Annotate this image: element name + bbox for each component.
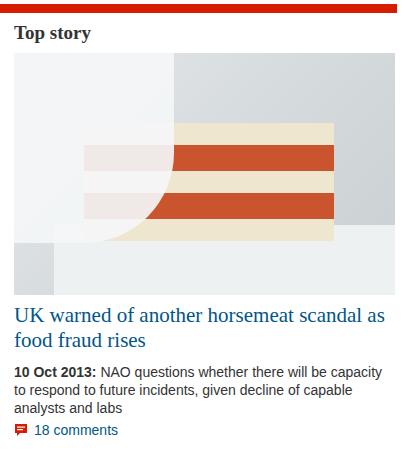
comment-icon — [14, 423, 28, 437]
comments-link[interactable]: 18 comments — [14, 421, 395, 439]
section-title: Top story — [14, 21, 395, 45]
section-bar — [0, 4, 397, 13]
top-story-widget: Top story UK warned of another horsemeat … — [0, 0, 405, 466]
story-content: Top story UK warned of another horsemeat … — [0, 21, 405, 439]
story-date: 10 Oct 2013: — [14, 364, 97, 380]
comments-count: 18 comments — [34, 421, 118, 439]
story-summary: 10 Oct 2013: NAO questions whether there… — [14, 363, 395, 417]
story-headline[interactable]: UK warned of another horsemeat scandal a… — [14, 303, 395, 353]
story-photo[interactable] — [14, 53, 395, 295]
